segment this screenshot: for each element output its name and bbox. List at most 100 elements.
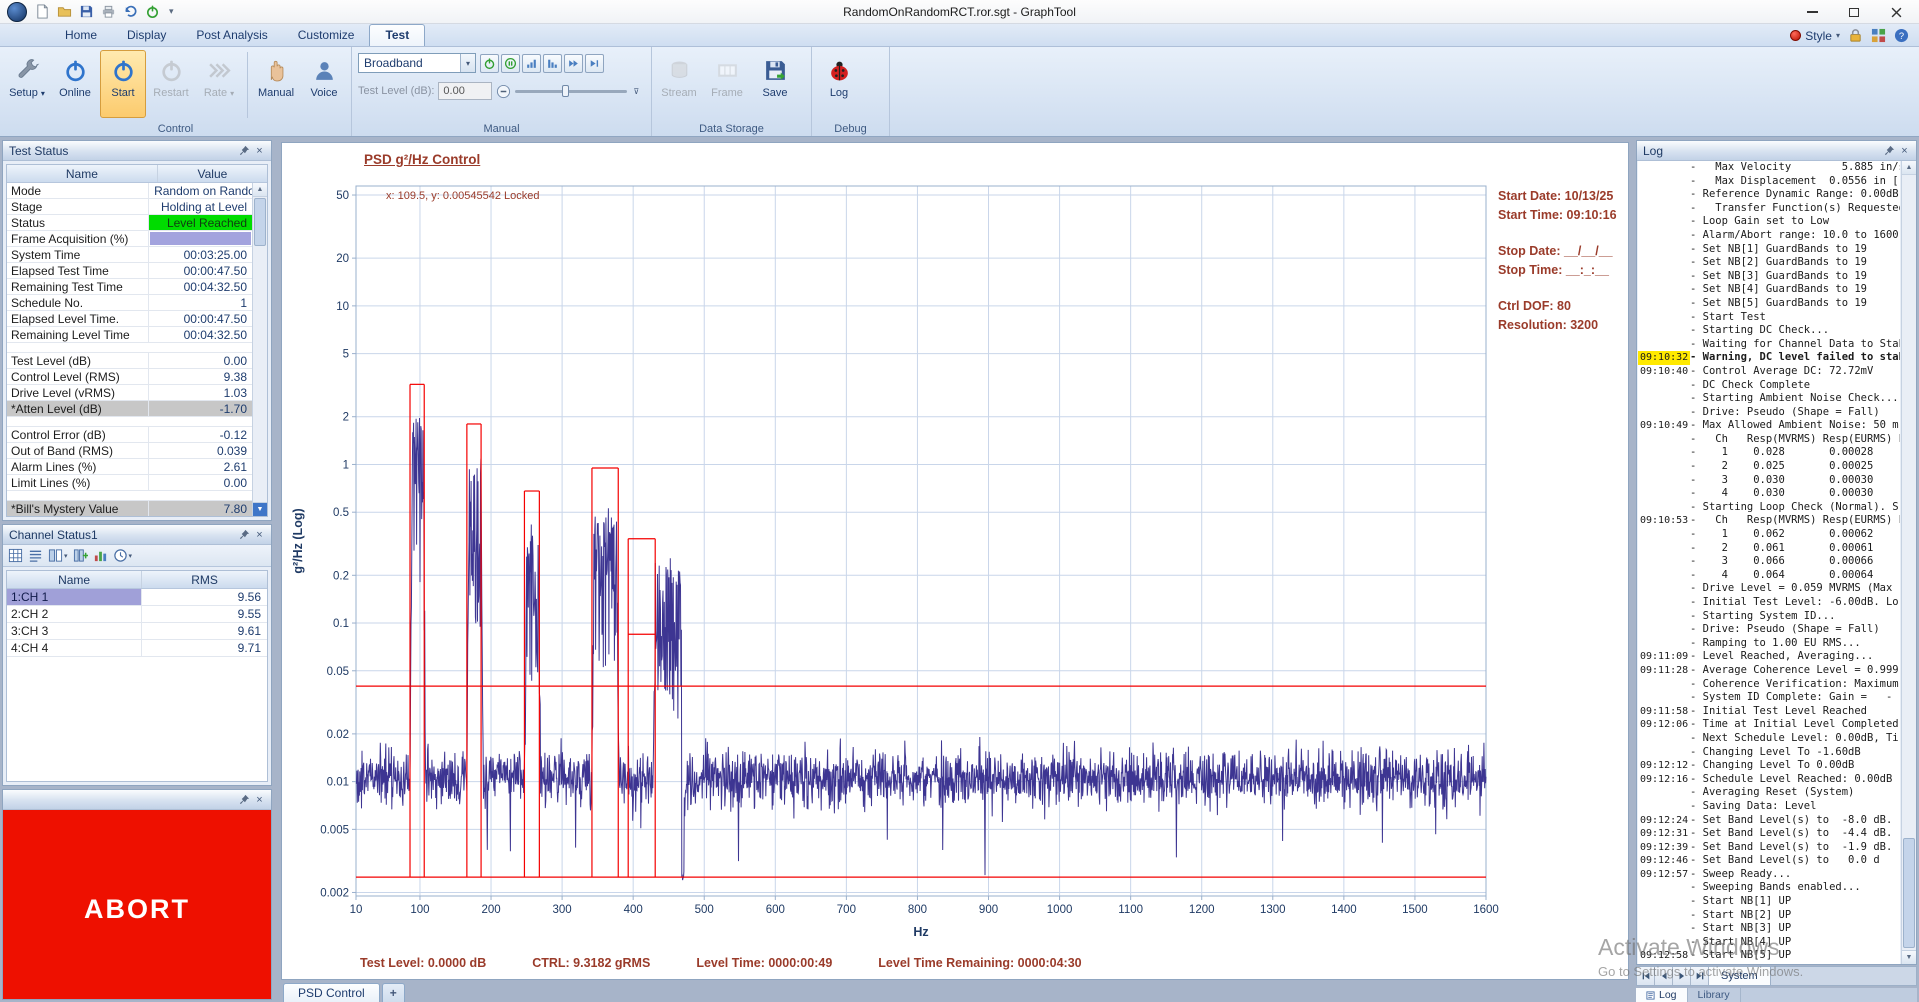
maximize-button[interactable] xyxy=(1833,0,1875,24)
frame-button[interactable]: Frame xyxy=(704,50,750,118)
test-level-input[interactable] xyxy=(438,82,492,100)
test-status-row[interactable]: Remaining Level Time00:04:32.50 xyxy=(7,327,252,343)
manual-hold-button[interactable] xyxy=(501,54,520,73)
test-status-row[interactable]: *Bill's Mystery Value7.80 xyxy=(7,501,252,517)
scrollbar-thumb[interactable] xyxy=(1903,838,1915,948)
first-record-button[interactable] xyxy=(1637,967,1655,985)
pin-icon[interactable] xyxy=(237,794,252,805)
test-status-row[interactable]: ModeRandom on Random xyxy=(7,183,252,199)
channel-row[interactable]: 2:CH 29.55 xyxy=(7,606,267,623)
broadband-select[interactable]: Broadband ▾ xyxy=(358,53,476,73)
manual-step-down-button[interactable] xyxy=(543,54,562,73)
manual-step-up-button[interactable] xyxy=(522,54,541,73)
ribbon-tab-customize[interactable]: Customize xyxy=(283,25,370,46)
restart-button[interactable]: Restart xyxy=(148,50,194,118)
app-icon[interactable] xyxy=(7,2,27,22)
test-status-scrollbar[interactable]: ▲ ▼ xyxy=(252,183,267,516)
tab-system[interactable]: System xyxy=(1709,967,1771,985)
channel-row[interactable]: 4:CH 49.71 xyxy=(7,640,267,657)
pin-icon[interactable] xyxy=(237,145,252,156)
start-button[interactable]: Start xyxy=(100,50,146,118)
test-status-row[interactable]: Elapsed Test Time00:00:47.50 xyxy=(7,263,252,279)
test-status-row[interactable]: System Time00:03:25.00 xyxy=(7,247,252,263)
dock-tab-library[interactable]: Library xyxy=(1688,988,1741,1002)
ribbon-tab-post-analysis[interactable]: Post Analysis xyxy=(181,25,282,46)
minimize-button[interactable] xyxy=(1791,0,1833,24)
psd-chart[interactable]: 1010020030040050060070080090010001100120… xyxy=(282,143,1628,979)
help-icon[interactable]: ? xyxy=(1894,28,1909,43)
save-button[interactable]: Save xyxy=(752,50,798,118)
log-content[interactable]: - Max Velocity 5.885 in/se- Max Displace… xyxy=(1638,161,1900,964)
ribbon-tab-home[interactable]: Home xyxy=(50,25,112,46)
nav-scroll-track[interactable] xyxy=(1771,967,1916,985)
ribbon-tab-test[interactable]: Test xyxy=(369,24,425,46)
bar-chart-icon[interactable] xyxy=(93,548,108,563)
test-status-row[interactable]: Limit Lines (%)0.00 xyxy=(7,475,252,491)
new-document-icon[interactable] xyxy=(34,3,51,20)
abort-button[interactable]: ABORT xyxy=(3,810,271,999)
scroll-up-icon[interactable]: ▲ xyxy=(253,183,267,197)
style-dropdown[interactable]: Style ▾ xyxy=(1790,29,1840,43)
grid-view-icon[interactable] xyxy=(8,548,23,563)
test-status-row[interactable]: Out of Band (RMS)0.039 xyxy=(7,443,252,459)
online-button[interactable]: Online xyxy=(52,50,98,118)
channel-row[interactable]: 3:CH 39.61 xyxy=(7,623,267,640)
print-icon[interactable] xyxy=(100,3,117,20)
manual-last-button[interactable] xyxy=(585,54,604,73)
power-green-icon[interactable] xyxy=(144,3,161,20)
add-tab-button[interactable]: + xyxy=(382,983,405,1002)
close-icon[interactable]: × xyxy=(1897,145,1912,157)
prev-record-button[interactable] xyxy=(1655,967,1673,985)
manual-button[interactable]: Manual xyxy=(253,50,299,118)
open-folder-icon[interactable] xyxy=(56,3,73,20)
slider-dropdown-icon[interactable]: ⊽ xyxy=(631,85,641,98)
voice-button[interactable]: Voice xyxy=(301,50,347,118)
pin-icon[interactable] xyxy=(1882,145,1897,156)
test-status-row[interactable]: StatusLevel Reached xyxy=(7,215,252,231)
test-status-row[interactable]: Alarm Lines (%)2.61 xyxy=(7,459,252,475)
test-status-row[interactable]: Frame Acquisition (%) xyxy=(7,231,252,247)
channel-row[interactable]: 1:CH 19.56 xyxy=(7,589,267,606)
slider-thumb[interactable] xyxy=(562,85,569,97)
test-status-row[interactable]: Schedule No.1 xyxy=(7,295,252,311)
test-status-row[interactable]: StageHolding at Level xyxy=(7,199,252,215)
scroll-down-icon[interactable]: ▼ xyxy=(253,502,267,516)
palette-icon[interactable] xyxy=(1871,28,1886,43)
test-status-row[interactable]: *Atten Level (dB)-1.70 xyxy=(7,401,252,417)
close-icon[interactable]: × xyxy=(252,145,267,157)
setup-button[interactable]: Setup ▾ xyxy=(4,50,50,118)
list-view-icon[interactable] xyxy=(28,548,43,563)
rate-button[interactable]: Rate ▾ xyxy=(196,50,242,118)
ribbon-tab-display[interactable]: Display xyxy=(112,25,181,46)
scrollbar-thumb[interactable] xyxy=(254,198,266,246)
qat-dropdown-icon[interactable]: ▾ xyxy=(166,6,174,17)
save-file-icon[interactable] xyxy=(78,3,95,20)
test-status-row[interactable]: Elapsed Level Time.00:00:47.50 xyxy=(7,311,252,327)
test-status-row[interactable]: Control Level (RMS)9.38 xyxy=(7,369,252,385)
stream-button[interactable]: Stream xyxy=(656,50,702,118)
last-record-button[interactable] xyxy=(1691,967,1709,985)
test-status-row[interactable]: Control Error (dB)-0.12 xyxy=(7,427,252,443)
close-icon[interactable]: × xyxy=(252,794,267,806)
scroll-up-icon[interactable]: ▲ xyxy=(1902,161,1916,175)
log-scrollbar[interactable]: ▲ ▼ xyxy=(1901,161,1916,964)
test-status-row[interactable]: Remaining Test Time00:04:32.50 xyxy=(7,279,252,295)
test-level-slider[interactable] xyxy=(515,83,627,99)
manual-run-button[interactable] xyxy=(480,54,499,73)
close-icon[interactable]: × xyxy=(252,529,267,541)
pin-icon[interactable] xyxy=(237,529,252,540)
clock-icon[interactable]: ▾ xyxy=(113,548,133,563)
log-button[interactable]: Log xyxy=(816,50,862,118)
insert-column-icon[interactable] xyxy=(73,548,88,563)
columns-icon[interactable]: ▾ xyxy=(48,548,68,563)
next-record-button[interactable] xyxy=(1673,967,1691,985)
decrease-level-button[interactable] xyxy=(496,84,511,99)
close-button[interactable] xyxy=(1875,0,1917,24)
scroll-down-icon[interactable]: ▼ xyxy=(1902,950,1916,964)
test-status-row[interactable]: Drive Level (vRMS)1.03 xyxy=(7,385,252,401)
manual-next-button[interactable] xyxy=(564,54,583,73)
test-status-row[interactable]: Test Level (dB)0.00 xyxy=(7,353,252,369)
undo-icon[interactable] xyxy=(122,3,139,20)
lock-icon[interactable] xyxy=(1848,28,1863,43)
dock-tab-log[interactable]: Log xyxy=(1636,988,1688,1002)
